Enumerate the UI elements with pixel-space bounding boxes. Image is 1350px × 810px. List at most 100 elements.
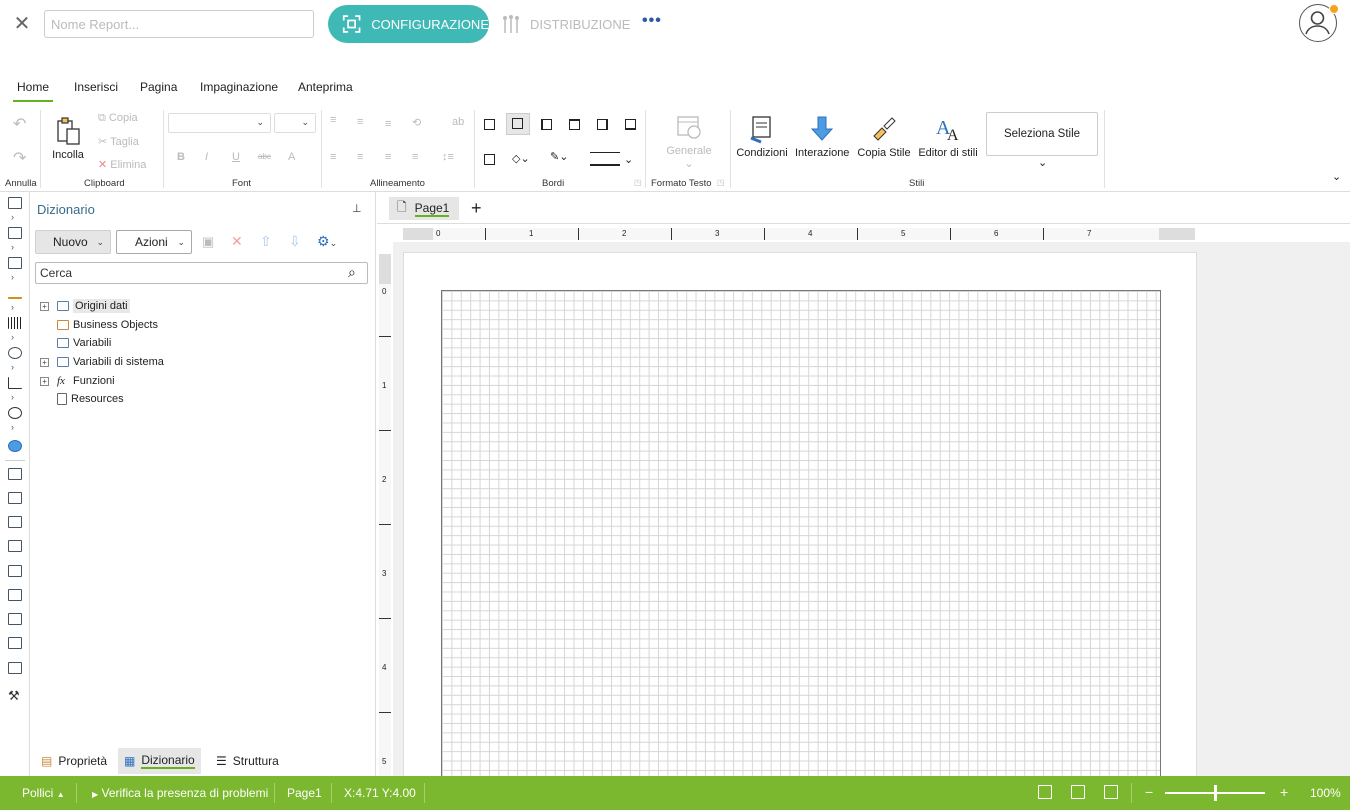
elimina-button[interactable]: ✕ Elimina: [98, 158, 146, 171]
undo-icon[interactable]: ↶: [13, 114, 26, 134]
arrow-down-icon[interactable]: ⇩: [289, 233, 301, 250]
seleziona-stile-dropdown-icon[interactable]: ⌄: [1038, 156, 1047, 169]
font-size-select[interactable]: ⌄: [274, 113, 316, 133]
font-family-select[interactable]: ⌄: [168, 113, 271, 133]
align-justify-icon[interactable]: ≡: [412, 151, 418, 163]
fill-color-button[interactable]: ◇⌄: [512, 152, 530, 165]
seleziona-stile-select[interactable]: Seleziona Stile: [986, 112, 1098, 156]
avatar[interactable]: [1299, 4, 1339, 42]
pin-icon[interactable]: ⊥: [352, 202, 362, 215]
group-header-icon[interactable]: [8, 565, 22, 577]
zoom-in-button[interactable]: +: [1280, 784, 1288, 800]
page-header-icon[interactable]: [8, 468, 22, 480]
globe-icon[interactable]: [8, 440, 22, 452]
border-style-button[interactable]: [590, 152, 620, 166]
group-footer-icon[interactable]: [8, 589, 22, 601]
zoom-slider[interactable]: [1165, 785, 1265, 801]
tree-item-funzioni[interactable]: + fx Funzioni: [40, 372, 115, 390]
align-top-icon[interactable]: ≡: [330, 114, 336, 126]
shapes-icon[interactable]: [8, 347, 22, 359]
nuovo-button[interactable]: Nuovo ⌄: [35, 230, 111, 254]
fit-height-icon[interactable]: [1071, 785, 1085, 799]
fit-page-icon[interactable]: [1104, 785, 1118, 799]
tree-item-business-objects[interactable]: Business Objects: [40, 316, 158, 334]
units-select[interactable]: Pollici ▲: [22, 786, 65, 800]
chevron-right-icon[interactable]: ›: [11, 332, 14, 342]
border-top-icon[interactable]: [569, 119, 580, 130]
delete-icon[interactable]: ✕: [231, 233, 243, 250]
tree-item-resources[interactable]: Resources: [40, 390, 124, 408]
underline-button[interactable]: U: [232, 151, 240, 163]
check-issues-button[interactable]: ▶ Verifica la presenza di problemi: [92, 786, 268, 800]
align-left-icon[interactable]: ≡: [330, 151, 336, 163]
fit-width-icon[interactable]: [1038, 785, 1052, 799]
cross-band-icon[interactable]: [8, 227, 22, 239]
page-grid[interactable]: [441, 290, 1161, 810]
expand-icon[interactable]: +: [40, 357, 49, 367]
border-left-icon[interactable]: [541, 119, 552, 130]
condizioni-button[interactable]: Condizioni: [736, 114, 788, 159]
chevron-right-icon[interactable]: ›: [11, 362, 14, 372]
chevron-right-icon[interactable]: ›: [11, 302, 14, 312]
formato-expand-icon[interactable]: ◳: [717, 178, 725, 187]
chevron-right-icon[interactable]: ›: [11, 422, 14, 432]
tab-home[interactable]: Home: [12, 80, 54, 102]
tab-anteprima[interactable]: Anteprima: [298, 80, 353, 94]
image-icon[interactable]: [8, 662, 22, 674]
line-spacing-icon[interactable]: ↕≡: [442, 151, 454, 163]
pen-icon[interactable]: [8, 287, 22, 299]
data-band-icon[interactable]: [8, 613, 22, 625]
tab-impaginazione[interactable]: Impaginazione: [200, 80, 278, 94]
font-color-button[interactable]: A: [288, 151, 295, 163]
chevron-right-icon[interactable]: ›: [11, 242, 14, 252]
bordi-expand-icon[interactable]: ◳: [634, 178, 642, 187]
ribbon-collapse-icon[interactable]: ⌄: [1332, 170, 1341, 183]
chevron-right-icon[interactable]: ›: [11, 272, 14, 282]
gear-icon[interactable]: ⚙⌄: [317, 233, 337, 250]
redo-icon[interactable]: ↷: [13, 148, 26, 168]
tab-pagina[interactable]: Pagina: [140, 80, 177, 94]
taglia-button[interactable]: ✂ Taglia: [98, 135, 139, 148]
copia-button[interactable]: ⧉ Copia: [98, 112, 138, 125]
tree-item-variabili-sistema[interactable]: + Variabili di sistema: [40, 353, 164, 371]
rotate-icon[interactable]: ⟲: [412, 116, 421, 129]
copia-stile-button[interactable]: Copia Stile: [856, 114, 912, 159]
search-input[interactable]: [35, 262, 368, 284]
add-page-button[interactable]: +: [471, 198, 482, 219]
azioni-button[interactable]: Azioni ⌄: [116, 230, 192, 254]
gauge-icon[interactable]: [8, 407, 22, 419]
incolla-button[interactable]: Incolla: [51, 116, 85, 161]
chart-icon[interactable]: [8, 377, 22, 389]
tools-icon[interactable]: ⚒: [8, 689, 22, 702]
text-icon[interactable]: [8, 637, 22, 649]
report-page[interactable]: [403, 252, 1197, 810]
generale-button[interactable]: Generale ⌄: [664, 112, 714, 170]
border-all-icon[interactable]: [484, 119, 495, 130]
page-tab[interactable]: 🗋 Page1: [389, 197, 459, 220]
tab-proprieta[interactable]: ▤ Proprietà: [35, 748, 113, 774]
report-title-icon[interactable]: [8, 516, 22, 528]
table-icon[interactable]: [8, 257, 22, 269]
tree-item-variabili[interactable]: Variabili: [40, 334, 111, 352]
tab-inserisci[interactable]: Inserisci: [74, 80, 118, 94]
border-outside-button[interactable]: [506, 113, 530, 135]
border-color-button[interactable]: ✎⌄: [550, 150, 568, 163]
chevron-right-icon[interactable]: ›: [11, 392, 14, 402]
editor-stili-button[interactable]: AA Editor di stili: [918, 114, 978, 159]
tab-dizionario[interactable]: ▦ Dizionario: [118, 748, 201, 774]
report-name-input[interactable]: [44, 10, 314, 38]
italic-button[interactable]: I: [205, 151, 208, 163]
band-icon[interactable]: [8, 197, 22, 209]
zoom-out-button[interactable]: −: [1145, 784, 1153, 800]
bold-button[interactable]: B: [177, 151, 185, 163]
expand-icon[interactable]: +: [40, 301, 49, 311]
configurazione-button[interactable]: CONFIGURAZIONE: [328, 5, 489, 43]
expand-icon[interactable]: +: [40, 376, 49, 386]
align-middle-icon[interactable]: ≡: [357, 116, 363, 128]
border-bottom-icon[interactable]: [625, 119, 636, 130]
align-center-icon[interactable]: ≡: [357, 151, 363, 163]
page-footer-icon[interactable]: [8, 492, 22, 504]
align-right-icon[interactable]: ≡: [385, 151, 391, 163]
interazione-button[interactable]: Interazione: [795, 114, 849, 159]
distribuzione-button[interactable]: DISTRIBUZIONE: [500, 5, 630, 43]
